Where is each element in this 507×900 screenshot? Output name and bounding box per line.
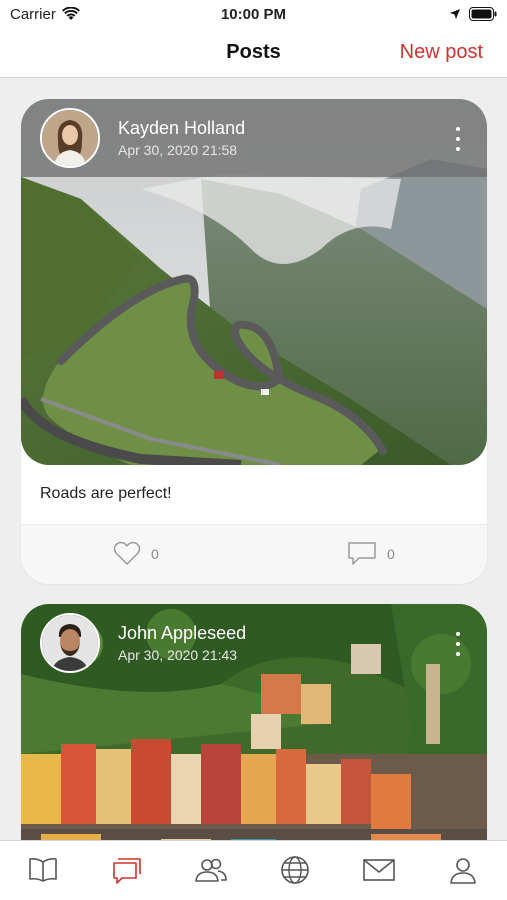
post-date: Apr 30, 2020 21:58 [118,142,238,158]
avatar[interactable] [40,108,100,168]
tab-posts[interactable] [110,855,144,885]
avatar[interactable] [40,613,100,673]
more-icon [456,127,460,131]
battery-icon [469,7,497,21]
navigation-bar: Posts New post [0,28,507,78]
tab-explore[interactable] [278,855,312,885]
more-options-button[interactable] [451,127,465,151]
post-card: John Appleseed Apr 30, 2020 21:43 [21,604,487,840]
author-name[interactable]: John Appleseed [118,622,246,644]
comment-count: 0 [387,545,395,562]
people-icon [195,858,227,882]
heart-icon [113,541,141,565]
carrier-label: Carrier [10,5,56,23]
posts-feed[interactable]: Kayden Holland Apr 30, 2020 21:58 Roads … [0,79,507,840]
post-header: John Appleseed Apr 30, 2020 21:43 [21,604,487,682]
comment-button[interactable]: 0 [347,541,395,566]
mail-icon [363,859,395,881]
profile-icon [450,858,476,884]
author-avatar-photo [42,615,98,671]
comment-icon [348,542,376,565]
post-header: Kayden Holland Apr 30, 2020 21:58 [21,99,487,177]
author-name[interactable]: Kayden Holland [118,117,245,139]
page-title: Posts [226,41,281,63]
author-avatar-photo [42,110,98,166]
chat-icon [113,858,141,884]
tab-feed[interactable] [26,855,60,885]
new-post-button[interactable]: New post [400,41,483,64]
like-count: 0 [151,545,159,562]
status-bar: Carrier 10:00 PM [0,0,507,28]
tab-friends[interactable] [194,855,228,885]
post-footer: 0 0 [21,524,487,584]
post-text: Roads are perfect! [40,485,172,502]
tab-bar [0,840,507,900]
more-icon [456,632,460,636]
book-icon [29,858,57,882]
wifi-icon [61,7,80,20]
status-time: 10:00 PM [220,5,287,23]
location-arrow-icon [450,9,460,19]
post-card: Kayden Holland Apr 30, 2020 21:58 Roads … [21,99,487,584]
tab-messages[interactable] [362,855,396,885]
globe-icon [281,856,309,884]
like-button[interactable]: 0 [113,541,159,566]
tab-profile[interactable] [446,855,480,885]
post-date: Apr 30, 2020 21:43 [118,647,238,663]
more-options-button[interactable] [451,632,465,656]
